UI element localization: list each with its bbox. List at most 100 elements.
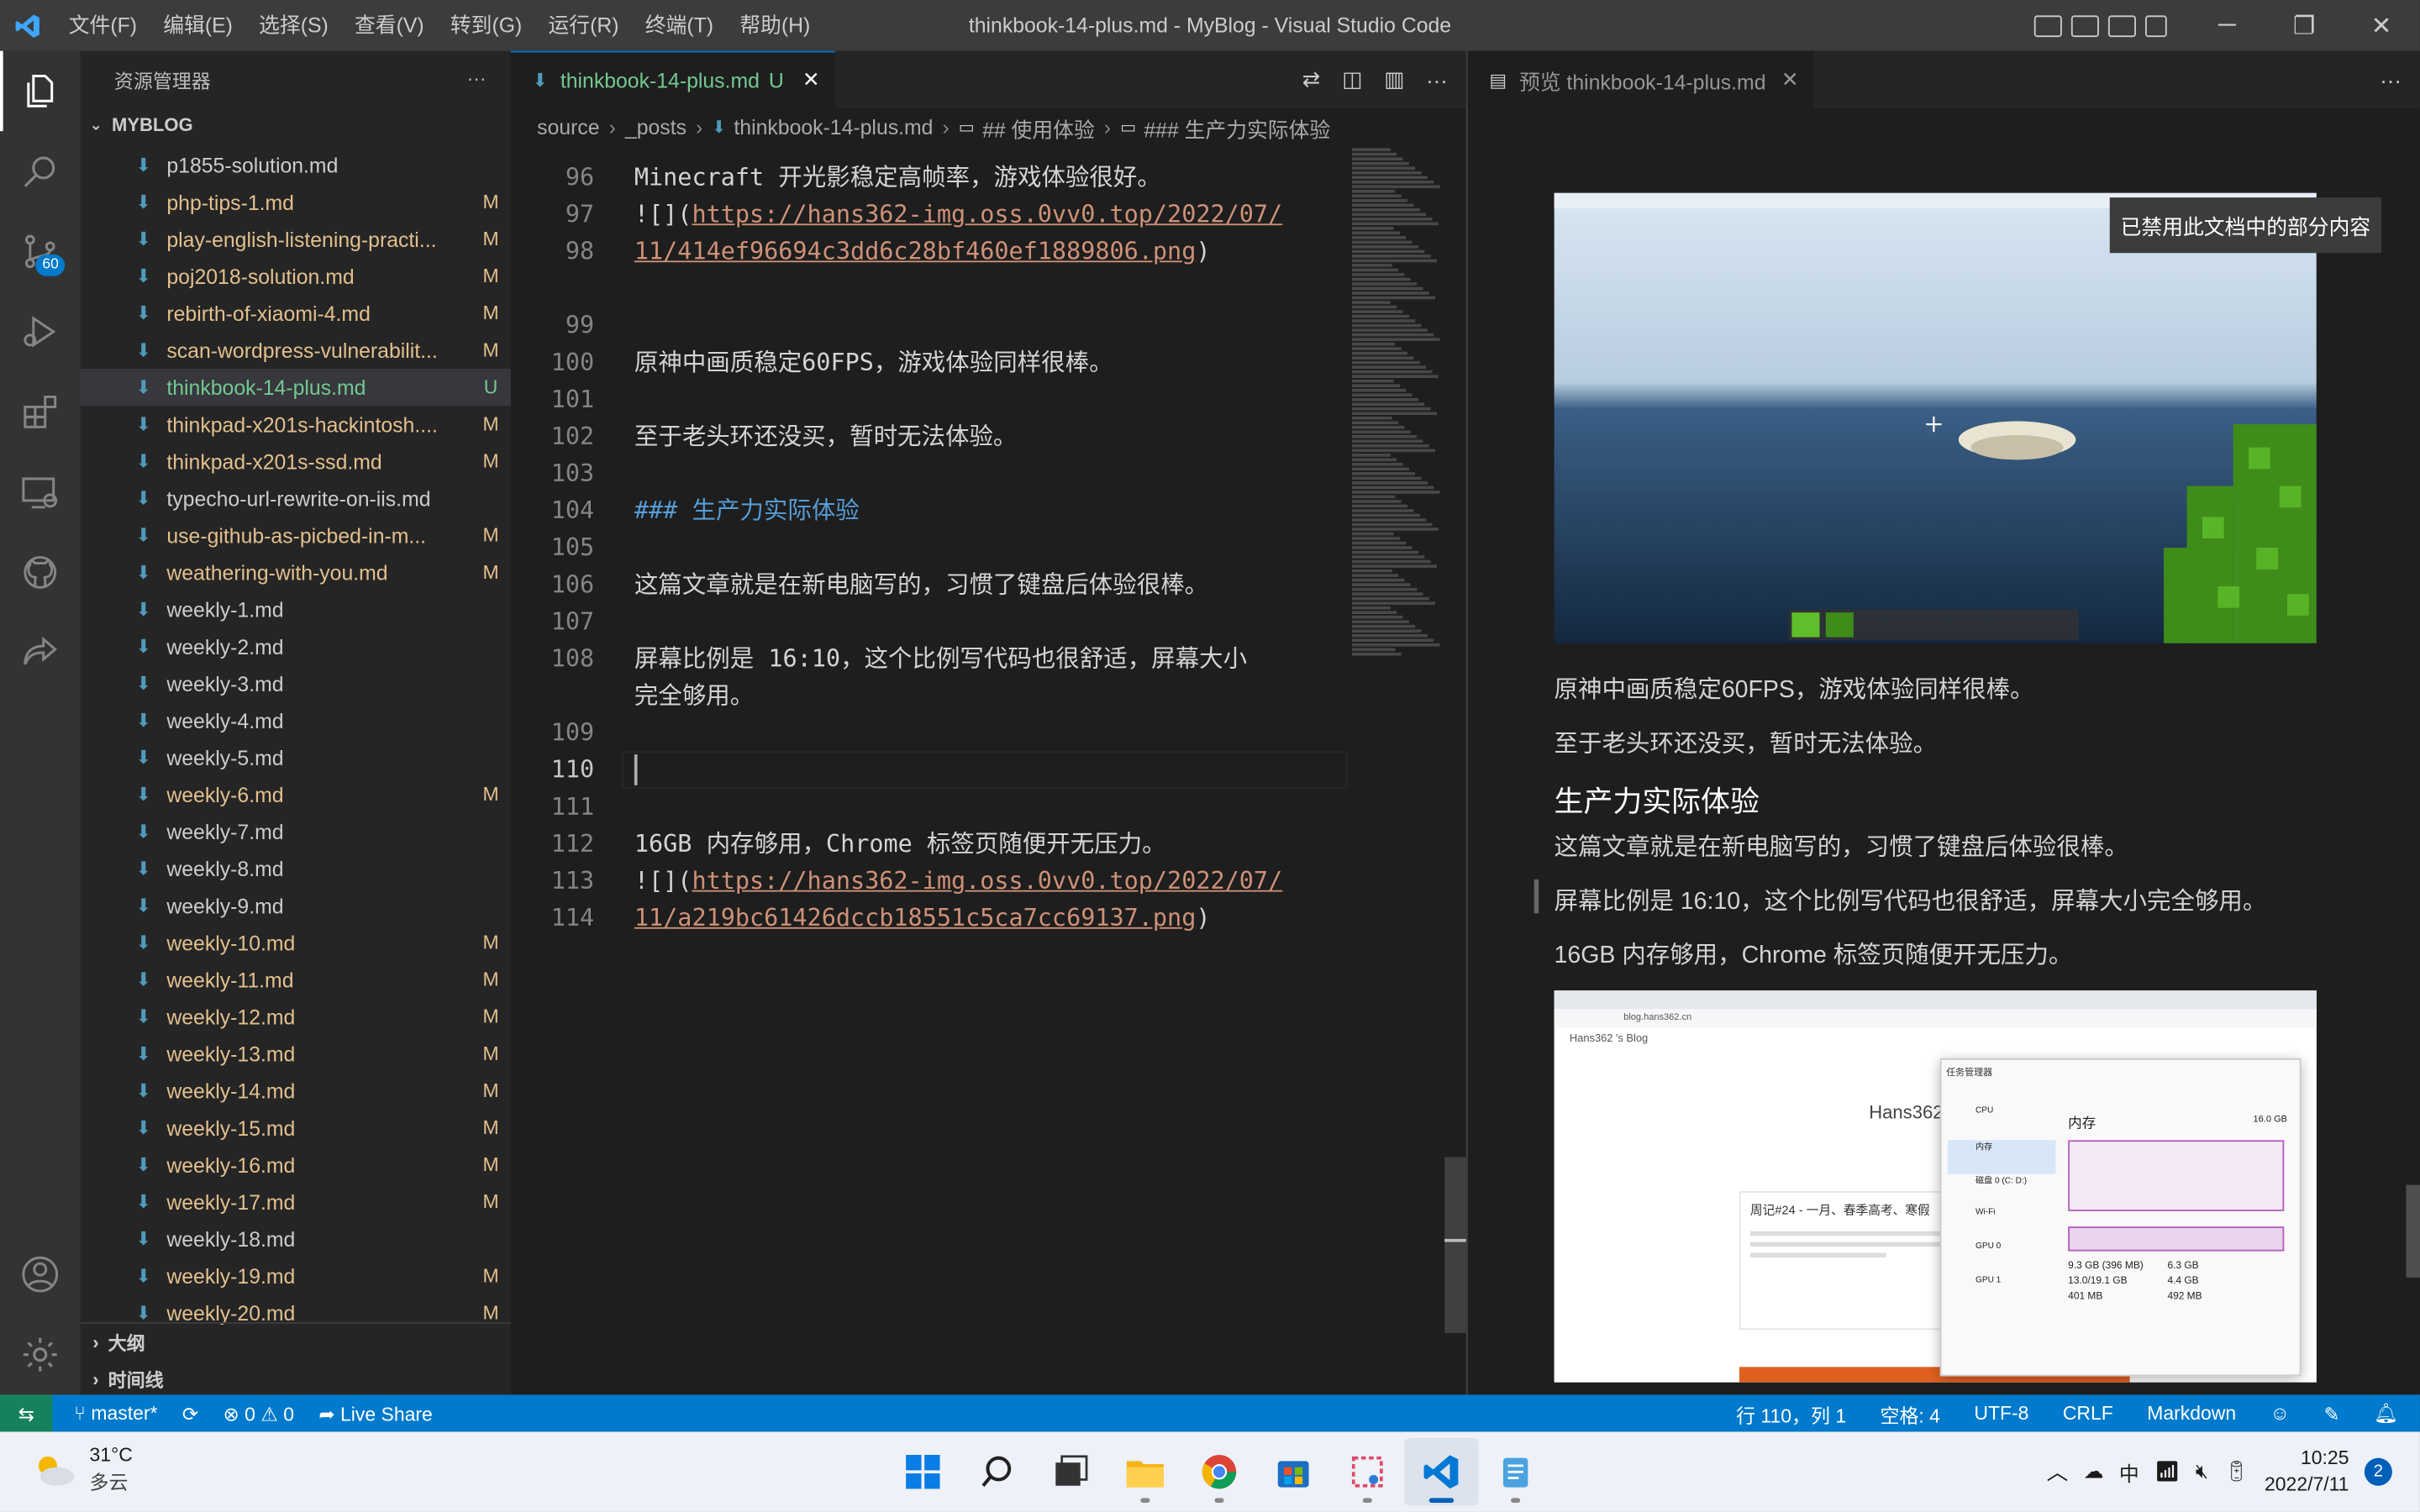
open-preview-side-icon[interactable]: ◫	[1342, 66, 1362, 92]
encoding[interactable]: UTF-8	[1974, 1403, 2028, 1425]
security-notice[interactable]: 已禁用此文档中的部分内容	[2109, 197, 2382, 254]
wifi-icon[interactable]: 📶︎	[2154, 1460, 2180, 1484]
breadcrumb-item[interactable]: ### 生产力实际体验	[1144, 112, 1330, 143]
minimize-button[interactable]: ─	[2188, 0, 2265, 51]
image-link[interactable]: https://hans362-img.oss.0vv0.top/2022/07…	[692, 201, 1282, 228]
cursor-position[interactable]: 行 110，列 1	[1736, 1399, 1846, 1428]
file-tree-item[interactable]: ⬇ play-english-listening-practi... M	[81, 221, 511, 258]
menu-item[interactable]: 帮助(H)	[727, 0, 823, 51]
breadcrumb-item[interactable]: thinkbook-14-plus.md	[734, 116, 933, 139]
image-link[interactable]: 11/414ef96694c3dd6c28bf460ef1889806.png	[634, 238, 1196, 265]
menu-item[interactable]: 终端(T)	[632, 0, 726, 51]
ime-indicator[interactable]: 中	[2119, 1457, 2139, 1487]
sync-icon[interactable]: ⟳	[182, 1402, 198, 1425]
file-tree-item[interactable]: ⬇ use-github-as-picbed-in-m... M	[81, 517, 511, 554]
workspace-root[interactable]: ⌄ MYBLOG	[81, 107, 511, 144]
file-tree-item[interactable]: ⬇ weekly-18.md	[81, 1221, 511, 1257]
file-tree-item[interactable]: ⬇ p1855-solution.md	[81, 146, 511, 183]
file-tree-item[interactable]: ⬇ weekly-7.md	[81, 813, 511, 850]
file-tree-item[interactable]: ⬇ thinkbook-14-plus.md U	[80, 368, 511, 407]
menu-item[interactable]: 查看(V)	[341, 0, 437, 51]
timeline-section[interactable]: › 时间线	[81, 1361, 511, 1398]
toggle-panel-icon[interactable]	[2070, 14, 2099, 37]
file-tree-item[interactable]: ⬇ weekly-11.md M	[81, 961, 511, 998]
battery-icon[interactable]: 🔋︎	[2223, 1460, 2249, 1484]
notifications-bell-icon[interactable]: 🔔︎	[2374, 1402, 2398, 1425]
tab-preview[interactable]: ▤ 预览 thinkbook-14-plus.md ✕	[1467, 50, 1815, 108]
open-changes-icon[interactable]: ⇄	[1302, 66, 1321, 92]
file-tree-item[interactable]: ⬇ weathering-with-you.md M	[81, 554, 511, 591]
file-tree-item[interactable]: ⬇ weekly-4.md	[81, 702, 511, 739]
file-tree-item[interactable]: ⬇ weekly-2.md	[81, 628, 511, 665]
weather-widget[interactable]: 31°C 多云	[31, 1444, 133, 1495]
file-explorer-icon[interactable]	[1108, 1438, 1182, 1506]
chrome-icon[interactable]	[1182, 1438, 1256, 1506]
file-tree-item[interactable]: ⬇ php-tips-1.md M	[81, 184, 511, 221]
customize-layout-icon[interactable]	[2145, 14, 2167, 37]
split-editor-icon[interactable]: ▥	[1384, 66, 1404, 92]
start-button[interactable]	[886, 1438, 960, 1506]
file-tree-item[interactable]: ⬇ weekly-17.md M	[81, 1184, 511, 1221]
onedrive-cloud-icon[interactable]: ☁	[2084, 1460, 2104, 1484]
tab-thinkbook-md[interactable]: ⬇ thinkbook-14-plus.md U ✕	[510, 50, 836, 108]
live-share-icon[interactable]	[0, 612, 81, 693]
close-tab-icon[interactable]: ✕	[802, 68, 820, 92]
file-tree-item[interactable]: ⬇ weekly-1.md	[81, 591, 511, 627]
menu-item[interactable]: 编辑(E)	[150, 0, 246, 51]
end-of-line[interactable]: CRLF	[2063, 1403, 2113, 1425]
minimap[interactable]	[1351, 146, 1444, 871]
notification-badge[interactable]: 2	[2364, 1457, 2392, 1486]
clock[interactable]: 10:25 2022/7/11	[2265, 1446, 2349, 1498]
taskbar-search-icon[interactable]	[960, 1438, 1034, 1506]
file-tree-item[interactable]: ⬇ weekly-6.md M	[81, 776, 511, 813]
editor-scrollbar[interactable]	[1444, 1157, 1466, 1333]
file-tree-item[interactable]: ⬇ weekly-12.md M	[81, 998, 511, 1035]
file-tree-item[interactable]: ⬇ weekly-15.md M	[81, 1110, 511, 1147]
branch-indicator[interactable]: ⑂ master*	[74, 1403, 157, 1425]
file-tree-item[interactable]: ⬇ weekly-19.md M	[81, 1257, 511, 1294]
explorer-icon[interactable]	[0, 50, 81, 132]
breadcrumb-item[interactable]: ## 使用体验	[982, 112, 1095, 143]
file-tree-item[interactable]: ⬇ rebirth-of-xiaomi-4.md M	[81, 295, 511, 332]
snipping-tool-icon[interactable]	[1330, 1438, 1404, 1506]
file-tree-item[interactable]: ⬇ typecho-url-rewrite-on-iis.md	[81, 480, 511, 517]
feedback-icon[interactable]: ✎	[2323, 1402, 2339, 1425]
live-share-button[interactable]: ➦ Live Share	[318, 1402, 432, 1425]
microsoft-store-icon[interactable]	[1256, 1438, 1330, 1506]
vscode-logo-icon[interactable]	[0, 0, 55, 51]
outline-section[interactable]: › 大纲	[81, 1324, 511, 1361]
search-icon[interactable]	[0, 131, 81, 212]
run-debug-icon[interactable]	[0, 291, 81, 372]
breadcrumb-item[interactable]: _posts	[625, 116, 687, 139]
show-hidden-icons-icon[interactable]: ︿	[2047, 1457, 2069, 1488]
close-tab-icon[interactable]: ✕	[1781, 67, 1799, 92]
source-control-icon[interactable]: 60	[0, 212, 81, 292]
file-tree-item[interactable]: ⬇ weekly-16.md M	[81, 1147, 511, 1184]
more-actions-icon[interactable]: ···	[2380, 67, 2402, 92]
file-tree-item[interactable]: ⬇ poj2018-solution.md M	[81, 258, 511, 295]
accounts-icon[interactable]	[0, 1234, 81, 1315]
file-tree-item[interactable]: ⬇ weekly-3.md	[81, 665, 511, 702]
menu-item[interactable]: 转到(G)	[437, 0, 535, 51]
restore-button[interactable]: ❐	[2265, 0, 2343, 51]
file-tree-item[interactable]: ⬇ thinkpad-x201s-hackintosh.... M	[81, 406, 511, 443]
menu-item[interactable]: 运行(R)	[535, 0, 632, 51]
file-tree-item[interactable]: ⬇ scan-wordpress-vulnerabilit... M	[81, 332, 511, 369]
image-link[interactable]: 11/a219bc61426dccb18551c5ca7cc69137.png	[634, 904, 1196, 932]
more-actions-icon[interactable]: ···	[1426, 67, 1448, 92]
menu-item[interactable]: 选择(S)	[245, 0, 341, 51]
file-tree-item[interactable]: ⬇ weekly-10.md M	[81, 924, 511, 961]
menu-item[interactable]: 文件(F)	[55, 0, 150, 51]
toggle-sidebar-icon[interactable]	[2033, 14, 2062, 37]
file-tree-item[interactable]: ⬇ weekly-13.md M	[81, 1035, 511, 1072]
notepad-icon[interactable]	[1479, 1438, 1553, 1506]
vscode-taskbar-icon[interactable]	[1404, 1437, 1479, 1506]
task-view-icon[interactable]	[1034, 1438, 1108, 1506]
file-tree-item[interactable]: ⬇ thinkpad-x201s-ssd.md M	[81, 443, 511, 480]
remote-explorer-icon[interactable]	[0, 452, 81, 533]
breadcrumb-item[interactable]: source	[537, 116, 599, 139]
github-icon[interactable]	[0, 533, 81, 613]
file-tree-item[interactable]: ⬇ weekly-9.md	[81, 887, 511, 924]
file-tree-item[interactable]: ⬇ weekly-8.md	[81, 850, 511, 887]
code-editor[interactable]: 96 Minecraft 开光影稳定高帧率，游戏体验很好。 97 98 ![](http…	[511, 146, 1348, 1394]
